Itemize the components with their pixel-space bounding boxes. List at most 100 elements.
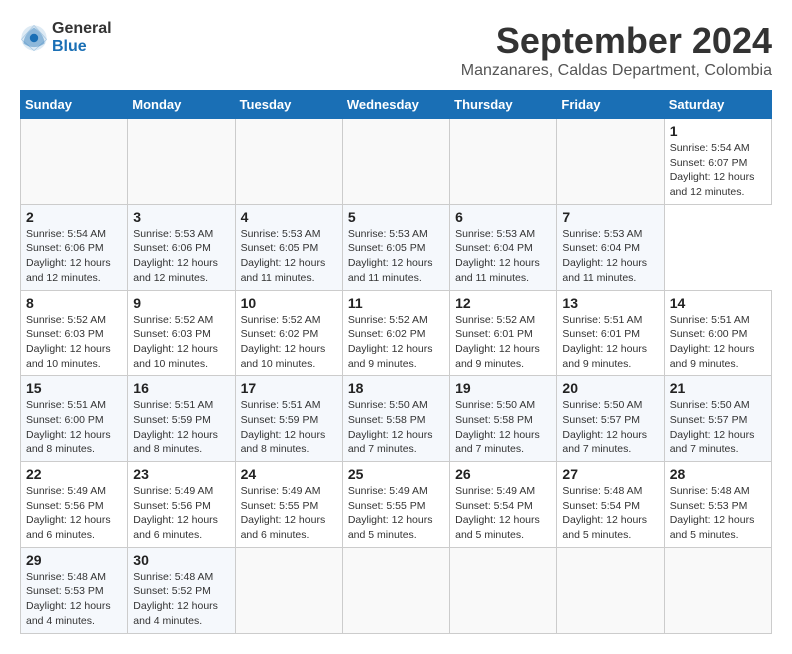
day-number: 10 [241,295,337,311]
day-info: Sunrise: 5:49 AMSunset: 5:55 PMDaylight:… [241,485,326,541]
day-info: Sunrise: 5:53 AMSunset: 6:05 PMDaylight:… [241,228,326,284]
day-info: Sunrise: 5:48 AMSunset: 5:52 PMDaylight:… [133,571,218,627]
day-number: 17 [241,380,337,396]
day-number: 27 [562,466,658,482]
day-number: 16 [133,380,229,396]
day-info: Sunrise: 5:52 AMSunset: 6:03 PMDaylight:… [133,314,218,370]
table-row: 28 Sunrise: 5:48 AMSunset: 5:53 PMDaylig… [664,462,771,548]
day-info: Sunrise: 5:53 AMSunset: 6:06 PMDaylight:… [133,228,218,284]
table-row: 19 Sunrise: 5:50 AMSunset: 5:58 PMDaylig… [450,376,557,462]
week-row-4: 15 Sunrise: 5:51 AMSunset: 6:00 PMDaylig… [21,376,772,462]
table-row: 12 Sunrise: 5:52 AMSunset: 6:01 PMDaylig… [450,290,557,376]
logo-general: General [52,20,112,37]
day-number: 3 [133,209,229,225]
day-number: 22 [26,466,122,482]
week-row-1: 1 Sunrise: 5:54 AMSunset: 6:07 PMDayligh… [21,119,772,205]
week-row-5: 22 Sunrise: 5:49 AMSunset: 5:56 PMDaylig… [21,462,772,548]
header-saturday: Saturday [664,91,771,119]
table-row: 9 Sunrise: 5:52 AMSunset: 6:03 PMDayligh… [128,290,235,376]
logo-blue: Blue [52,38,87,55]
table-row: 23 Sunrise: 5:49 AMSunset: 5:56 PMDaylig… [128,462,235,548]
day-number: 24 [241,466,337,482]
day-number: 29 [26,552,122,568]
table-row [235,119,342,205]
day-number: 7 [562,209,658,225]
day-info: Sunrise: 5:52 AMSunset: 6:02 PMDaylight:… [348,314,433,370]
table-row [342,547,449,633]
day-info: Sunrise: 5:54 AMSunset: 6:07 PMDaylight:… [670,142,755,198]
day-number: 14 [670,295,766,311]
page-subtitle: Manzanares, Caldas Department, Colombia [461,62,772,80]
day-number: 20 [562,380,658,396]
day-info: Sunrise: 5:49 AMSunset: 5:56 PMDaylight:… [26,485,111,541]
day-number: 13 [562,295,658,311]
table-row: 29 Sunrise: 5:48 AMSunset: 5:53 PMDaylig… [21,547,128,633]
logo-icon [20,24,48,52]
week-row-2: 2 Sunrise: 5:54 AMSunset: 6:06 PMDayligh… [21,204,772,290]
day-info: Sunrise: 5:50 AMSunset: 5:58 PMDaylight:… [455,399,540,455]
table-row [21,119,128,205]
day-number: 30 [133,552,229,568]
day-info: Sunrise: 5:49 AMSunset: 5:55 PMDaylight:… [348,485,433,541]
week-row-3: 8 Sunrise: 5:52 AMSunset: 6:03 PMDayligh… [21,290,772,376]
table-row [557,547,664,633]
table-row [450,119,557,205]
table-row: 18 Sunrise: 5:50 AMSunset: 5:58 PMDaylig… [342,376,449,462]
day-number: 25 [348,466,444,482]
header-monday: Monday [128,91,235,119]
day-number: 18 [348,380,444,396]
day-number: 11 [348,295,444,311]
week-row-6: 29 Sunrise: 5:48 AMSunset: 5:53 PMDaylig… [21,547,772,633]
table-row: 10 Sunrise: 5:52 AMSunset: 6:02 PMDaylig… [235,290,342,376]
table-row: 7 Sunrise: 5:53 AMSunset: 6:04 PMDayligh… [557,204,664,290]
table-row [557,119,664,205]
day-info: Sunrise: 5:51 AMSunset: 5:59 PMDaylight:… [133,399,218,455]
day-info: Sunrise: 5:48 AMSunset: 5:53 PMDaylight:… [26,571,111,627]
day-info: Sunrise: 5:52 AMSunset: 6:03 PMDaylight:… [26,314,111,370]
day-info: Sunrise: 5:53 AMSunset: 6:04 PMDaylight:… [455,228,540,284]
title-section: September 2024 Manzanares, Caldas Depart… [461,20,772,80]
day-number: 12 [455,295,551,311]
day-number: 6 [455,209,551,225]
table-row: 24 Sunrise: 5:49 AMSunset: 5:55 PMDaylig… [235,462,342,548]
day-info: Sunrise: 5:51 AMSunset: 6:00 PMDaylight:… [26,399,111,455]
table-row: 16 Sunrise: 5:51 AMSunset: 5:59 PMDaylig… [128,376,235,462]
day-number: 21 [670,380,766,396]
table-row [450,547,557,633]
table-row: 5 Sunrise: 5:53 AMSunset: 6:05 PMDayligh… [342,204,449,290]
day-info: Sunrise: 5:50 AMSunset: 5:57 PMDaylight:… [562,399,647,455]
day-info: Sunrise: 5:51 AMSunset: 5:59 PMDaylight:… [241,399,326,455]
day-info: Sunrise: 5:52 AMSunset: 6:01 PMDaylight:… [455,314,540,370]
table-row: 30 Sunrise: 5:48 AMSunset: 5:52 PMDaylig… [128,547,235,633]
table-row [235,547,342,633]
table-row: 15 Sunrise: 5:51 AMSunset: 6:00 PMDaylig… [21,376,128,462]
day-info: Sunrise: 5:49 AMSunset: 5:56 PMDaylight:… [133,485,218,541]
table-row [128,119,235,205]
header-tuesday: Tuesday [235,91,342,119]
day-info: Sunrise: 5:50 AMSunset: 5:57 PMDaylight:… [670,399,755,455]
day-info: Sunrise: 5:48 AMSunset: 5:53 PMDaylight:… [670,485,755,541]
table-row: 8 Sunrise: 5:52 AMSunset: 6:03 PMDayligh… [21,290,128,376]
logo-text: General Blue [52,20,112,56]
table-row: 1 Sunrise: 5:54 AMSunset: 6:07 PMDayligh… [664,119,771,205]
table-row: 11 Sunrise: 5:52 AMSunset: 6:02 PMDaylig… [342,290,449,376]
calendar-table: Sunday Monday Tuesday Wednesday Thursday… [20,90,772,634]
day-number: 8 [26,295,122,311]
table-row: 21 Sunrise: 5:50 AMSunset: 5:57 PMDaylig… [664,376,771,462]
day-number: 23 [133,466,229,482]
header-wednesday: Wednesday [342,91,449,119]
logo: General Blue [20,20,112,56]
table-row: 25 Sunrise: 5:49 AMSunset: 5:55 PMDaylig… [342,462,449,548]
table-row [342,119,449,205]
day-info: Sunrise: 5:51 AMSunset: 6:00 PMDaylight:… [670,314,755,370]
table-row: 26 Sunrise: 5:49 AMSunset: 5:54 PMDaylig… [450,462,557,548]
table-row: 14 Sunrise: 5:51 AMSunset: 6:00 PMDaylig… [664,290,771,376]
page-title: September 2024 [461,20,772,62]
day-info: Sunrise: 5:53 AMSunset: 6:04 PMDaylight:… [562,228,647,284]
table-row: 13 Sunrise: 5:51 AMSunset: 6:01 PMDaylig… [557,290,664,376]
table-row: 22 Sunrise: 5:49 AMSunset: 5:56 PMDaylig… [21,462,128,548]
table-row: 17 Sunrise: 5:51 AMSunset: 5:59 PMDaylig… [235,376,342,462]
day-info: Sunrise: 5:50 AMSunset: 5:58 PMDaylight:… [348,399,433,455]
day-number: 2 [26,209,122,225]
day-number: 1 [670,123,766,139]
